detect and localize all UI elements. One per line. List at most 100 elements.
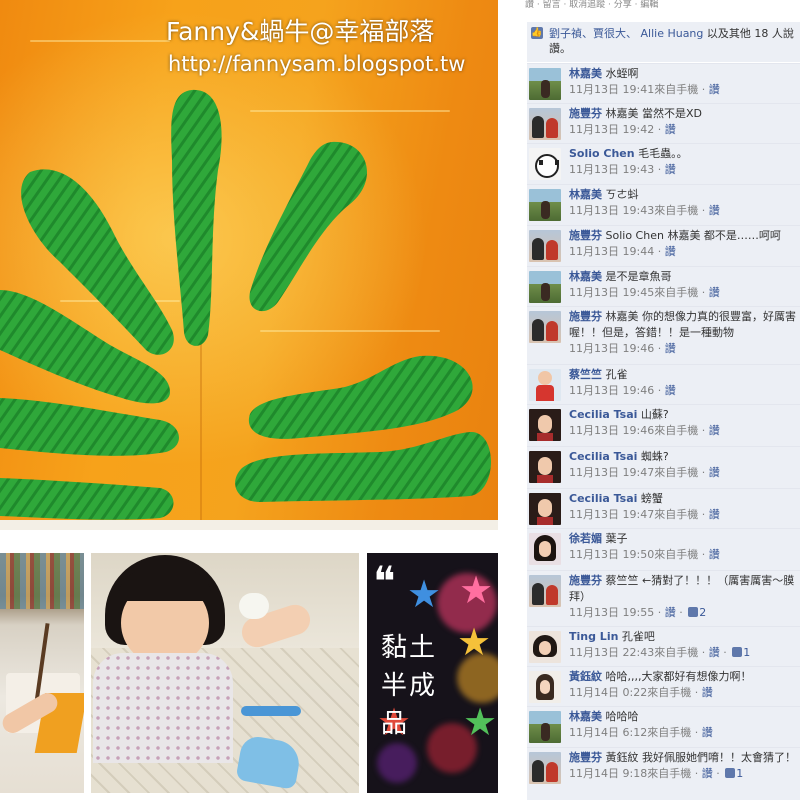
comment-timestamp[interactable]: 11月13日 19:45來自手機 [569, 286, 698, 299]
comment-item: Solio Chen 毛毛蟲。。 11月13日 19:43 · 讚 [527, 143, 800, 185]
commenter-name[interactable]: 施豐芬 [569, 751, 602, 764]
commenter-avatar[interactable] [529, 189, 561, 221]
like-comment-link[interactable]: 讚 [665, 606, 676, 619]
commenter-name[interactable]: 黃鈺紋 [569, 670, 602, 683]
comment-timestamp[interactable]: 11月13日 19:55 [569, 606, 654, 619]
like-comment-link[interactable]: 讚 [709, 646, 720, 659]
comment-timestamp[interactable]: 11月14日 6:12來自手機 [569, 726, 691, 739]
comment-text: 林嘉美 當然不是XD [605, 107, 703, 120]
like-comment-link[interactable]: 讚 [665, 123, 676, 136]
comment-timestamp[interactable]: 11月13日 19:46 [569, 384, 654, 397]
like-comment-link[interactable]: 讚 [709, 548, 720, 561]
comment-timestamp[interactable]: 11月13日 19:46來自手機 [569, 424, 698, 437]
comment-text: ㄎㄜ蚪 [605, 188, 639, 201]
commenter-avatar[interactable] [529, 148, 561, 180]
like-comment-link[interactable]: 讚 [709, 508, 720, 521]
commenter-name[interactable]: 施豐芬 [569, 574, 602, 587]
comment-timestamp[interactable]: 11月13日 19:50來自手機 [569, 548, 698, 561]
blue-star-icon: ★ [407, 572, 442, 616]
like-comment-link[interactable]: 讚 [665, 384, 676, 397]
comment-text: Solio Chen 林嘉美 都不是……呵呵 [605, 229, 781, 242]
commenter-name[interactable]: 施豐芬 [569, 310, 602, 323]
comment-like-count[interactable]: 2 [699, 606, 706, 619]
comment-timestamp[interactable]: 11月14日 9:18來自手機 [569, 767, 691, 780]
comment-body: Solio Chen 毛毛蟲。。 11月13日 19:43 · 讚 [569, 146, 800, 178]
comment-meta: 11月13日 19:47來自手機 · 讚 [569, 508, 720, 521]
thumbnail-painting-kids [0, 553, 84, 793]
comment-text: 是不是章魚哥 [605, 270, 672, 283]
comment-like-count[interactable]: 1 [743, 646, 750, 659]
commenter-name[interactable]: 施豐芬 [569, 229, 602, 242]
comment-body: 施豐芬 Solio Chen 林嘉美 都不是……呵呵 11月13日 19:44 ·… [569, 228, 800, 260]
comment-timestamp[interactable]: 11月14日 0:22來自手機 [569, 686, 691, 699]
commenter-avatar[interactable] [529, 230, 561, 262]
commenter-name[interactable]: Solio Chen [569, 147, 635, 160]
commenter-avatar[interactable] [529, 711, 561, 743]
commenter-name[interactable]: 林嘉美 [569, 710, 602, 723]
commenter-name[interactable]: 林嘉美 [569, 270, 602, 283]
commenter-name[interactable]: Ting Lin [569, 630, 618, 643]
comment-timestamp[interactable]: 11月13日 19:47來自手機 [569, 466, 698, 479]
commenter-name[interactable]: Cecilia Tsai [569, 450, 637, 463]
commenter-avatar[interactable] [529, 493, 561, 525]
like-comment-link[interactable]: 讚 [702, 686, 713, 699]
likers-names[interactable]: 劉子禎、賈很大、 Allie Huang [549, 27, 703, 40]
commenter-name[interactable]: 施豐芬 [569, 107, 602, 120]
comment-like-thumbs-icon [725, 768, 736, 778]
like-comment-link[interactable]: 讚 [709, 83, 720, 96]
commenter-avatar[interactable] [529, 671, 561, 703]
commenter-avatar[interactable] [529, 68, 561, 100]
commenter-name[interactable]: Cecilia Tsai [569, 408, 637, 421]
like-comment-link[interactable]: 讚 [665, 245, 676, 258]
commenter-avatar[interactable] [529, 752, 561, 784]
commenter-name[interactable]: 徐若媚 [569, 532, 602, 545]
commenter-name[interactable]: 蔡竺竺 [569, 368, 602, 381]
comment-body: 施豐芬 黃鈺紋 我好佩服她們唷！！太會猜了！ 11月14日 9:18來自手機 · … [569, 750, 800, 782]
commenter-avatar[interactable] [529, 409, 561, 441]
like-comment-link[interactable]: 讚 [665, 163, 676, 176]
comment-timestamp[interactable]: 11月13日 22:43來自手機 [569, 646, 698, 659]
comment-timestamp[interactable]: 11月13日 19:41來自手機 [569, 83, 698, 96]
comment-timestamp[interactable]: 11月13日 19:43 [569, 163, 654, 176]
like-comment-link[interactable]: 讚 [702, 767, 713, 780]
commenter-name[interactable]: Cecilia Tsai [569, 492, 637, 505]
comment-timestamp[interactable]: 11月13日 19:42 [569, 123, 654, 136]
comment-meta: 11月13日 19:43來自手機 · 讚 [569, 204, 720, 217]
commenter-avatar[interactable] [529, 575, 561, 607]
comment-meta: 11月13日 19:41來自手機 · 讚 [569, 83, 720, 96]
comment-timestamp[interactable]: 11月13日 19:43來自手機 [569, 204, 698, 217]
commenter-avatar[interactable] [529, 108, 561, 140]
commenter-avatar[interactable] [529, 311, 561, 343]
comment-timestamp[interactable]: 11月13日 19:44 [569, 245, 654, 258]
like-comment-link[interactable]: 讚 [709, 286, 720, 299]
comment-like-thumbs-icon [688, 607, 699, 617]
comment-meta: 11月13日 19:46 · 讚 [569, 384, 676, 397]
commenter-avatar[interactable] [529, 369, 561, 401]
like-comment-link[interactable]: 讚 [709, 204, 720, 217]
comment-meta: 11月14日 0:22來自手機 · 讚 [569, 686, 713, 699]
commenter-name[interactable]: 林嘉美 [569, 67, 602, 80]
comment-timestamp[interactable]: 11月13日 19:46 [569, 342, 654, 355]
comment-timestamp[interactable]: 11月13日 19:47來自手機 [569, 508, 698, 521]
commenter-avatar[interactable] [529, 451, 561, 483]
comment-like-count[interactable]: 1 [736, 767, 743, 780]
commenter-name[interactable]: 林嘉美 [569, 188, 602, 201]
commenter-avatar[interactable] [529, 271, 561, 303]
post-actions-bar[interactable]: 讚 · 留言 · 取消追蹤 · 分享 · 編輯 [525, 0, 800, 14]
comment-meta: 11月13日 19:46來自手機 · 讚 [569, 424, 720, 437]
comment-item: Cecilia Tsai 山蘇? 11月13日 19:46來自手機 · 讚 [527, 404, 800, 447]
like-comment-link[interactable]: 讚 [709, 466, 720, 479]
comment-body: Ting Lin 孔雀吧 11月13日 22:43來自手機 · 讚 · 1 [569, 629, 800, 661]
like-comment-link[interactable]: 讚 [702, 726, 713, 739]
like-comment-link[interactable]: 讚 [665, 342, 676, 355]
caption-text: 黏土半成品 [381, 633, 438, 739]
commenter-avatar[interactable] [529, 533, 561, 565]
like-comment-link[interactable]: 讚 [709, 424, 720, 437]
watermark-url: http://fannysam.blogspot.tw [168, 52, 466, 76]
comment-item: 林嘉美 哈哈哈 11月14日 6:12來自手機 · 讚 [527, 706, 800, 748]
comment-body: 施豐芬 林嘉美 你的想像力真的很豐富，好厲害喔！！但是，答錯！！是一種動物 11月… [569, 309, 800, 357]
comment-body: 蔡竺竺 孔雀 11月13日 19:46 · 讚 [569, 367, 800, 399]
comment-meta: 11月13日 22:43來自手機 · 讚 · 1 [569, 646, 751, 659]
comment-body: 林嘉美 是不是章魚哥 11月13日 19:45來自手機 · 讚 [569, 269, 800, 301]
commenter-avatar[interactable] [529, 631, 561, 663]
